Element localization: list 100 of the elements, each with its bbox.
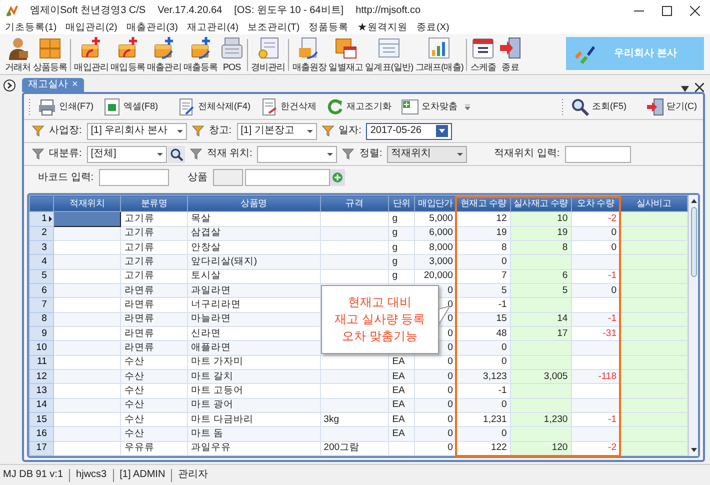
toolbar-button[interactable]: 오차맞춤 [398,98,460,116]
column-header[interactable]: 규격 [320,196,389,212]
menu-item[interactable]: 종료(X) [416,22,450,34]
table-cell: 라면류 [120,340,188,356]
field-label: 바코드 입력: [38,172,94,184]
table-cell: 0 [414,384,456,398]
row-header[interactable]: 3 [30,240,54,255]
column-header[interactable]: 적재위치 [53,196,121,212]
table-cell: 마트 광어 [187,398,320,412]
toolbar-button[interactable]: 매출원장 [291,36,328,74]
toolbar-button[interactable]: 인쇄(F7) [36,98,96,116]
table-cell: 19 [456,226,510,241]
toolbar-button[interactable]: 조회(F5) [569,98,628,116]
row-header[interactable]: 11 [30,355,54,370]
dropdown-field[interactable]: [1] 기본장고 [236,122,317,140]
toolbar-button[interactable]: 매입관리 [73,36,110,74]
table-cell: 삼겹살 [187,226,320,241]
table-cell: 라면류 [120,298,188,312]
row-header[interactable]: 8 [30,312,54,326]
toolbar-button[interactable]: 거래처 [4,36,32,74]
menu-item[interactable]: 보조관리(T) [248,22,300,34]
toolbar-button[interactable]: 엑셀(F8) [100,98,160,116]
table-cell: 0 [456,426,510,442]
toolbar-button[interactable]: 한건삭제 [258,98,318,116]
toolbar-button[interactable]: 전체삭제(F4) [175,98,252,116]
toolbar-button[interactable]: 매입등록 [110,36,146,74]
menu-item[interactable]: 매출관리(3) [126,22,178,34]
table-cell: 우유류 [120,441,188,456]
column-header[interactable]: 상품명 [187,196,320,212]
table-cell: 앞다리살(돼지) [187,254,320,270]
table-cell: 0 [456,254,510,270]
menu-item[interactable]: ★원격지원 [358,22,408,34]
toolbar-button[interactable]: 경비관리 [250,36,286,74]
status-text: MJ DB 91 v:1 [3,469,64,481]
column-header[interactable]: 분류명 [120,196,188,212]
tab-close-button[interactable]: × [72,79,78,91]
table-cell: 10 [510,212,572,226]
table-cell: 5,000 [414,212,456,226]
toolbar-button[interactable]: 그래프(매출) [414,36,464,74]
table-cell: 마트 고등어 [187,384,320,398]
status-text: hjwcs3 [76,469,107,481]
table-cell: -1 [456,384,510,398]
document-tab[interactable]: 재고실사 × [22,78,84,92]
row-header[interactable]: 10 [30,340,54,356]
toolbar-button[interactable]: 일별재고 [328,36,364,74]
field-label: 정렬: [359,148,382,160]
menu-item[interactable]: 정품등록 [308,22,349,34]
column-header[interactable]: 단위 [388,196,415,212]
dropdown-field[interactable]: [1] 우리회사 본사 [86,122,187,140]
menu-item[interactable]: 매입관리(2) [66,22,118,34]
table-cell: 6 [510,269,572,284]
column-header[interactable]: 실사비고 [620,196,688,212]
field-label: 상품 [188,172,208,184]
toolbar-button[interactable]: POS [218,36,245,74]
row-header[interactable]: 12 [30,369,54,384]
row-header[interactable]: 17 [30,441,54,456]
table-cell: g [388,212,415,226]
table-cell: 5 [456,284,510,298]
row-header[interactable]: 6 [30,284,54,298]
row-header[interactable]: 15 [30,412,54,427]
table-cell: EA [388,355,415,370]
row-header[interactable]: 2 [30,226,54,241]
menu-item[interactable]: 재고관리(4) [186,22,238,34]
toolbar-button[interactable]: 일계표(일반) [364,36,414,74]
row-header[interactable]: 13 [30,384,54,398]
table-cell: 14 [510,312,572,326]
column-header[interactable]: 매입단가 [414,196,456,212]
table-cell: 라면류 [120,312,188,326]
table-cell: 3,005 [510,369,572,384]
table-cell: 8 [510,240,572,255]
row-header[interactable]: 1 [30,212,54,226]
row-header[interactable]: 4 [30,254,54,270]
table-cell: 17 [510,326,572,341]
toolbar-button[interactable]: 매출관리 [146,36,182,74]
os-text: [OS: 윈도우 10 - 64비트] [234,5,344,17]
table-cell: 마트 가자미 [187,355,320,370]
row-header[interactable]: 9 [30,326,54,341]
field-label: 사업장: [49,125,82,137]
row-header[interactable]: 14 [30,398,54,412]
toolbar-button[interactable]: 매출등록 [182,36,219,74]
dropdown-field[interactable]: [전체] [86,146,167,162]
row-header[interactable]: 16 [30,426,54,442]
table-cell: 수산 [120,426,188,442]
table-cell: -2 [571,212,620,226]
toolbar-button[interactable]: 재고조기화 [324,98,394,116]
date-field[interactable]: 2017-05-26 [366,122,452,140]
toolbar-button[interactable]: 스케줄 [469,36,498,74]
table-cell: 0 [456,355,510,370]
table-cell: 200그람 [320,441,389,456]
toolbar-button[interactable]: 종료 [497,36,524,74]
table-cell: 마트 돔 [187,426,320,442]
table-cell: 0 [456,398,510,412]
toolbar-button[interactable]: 닫기(C) [644,98,699,116]
toolbar-button[interactable]: 상품등록 [32,36,68,74]
dropdown-field[interactable]: 적재위치 [387,146,468,162]
menu-item[interactable]: 기초등록(1) [5,22,57,34]
status-text: 관리자 [178,469,208,481]
row-header[interactable]: 7 [30,298,54,312]
table-cell: 0 [414,355,456,370]
row-header[interactable]: 5 [30,269,54,284]
